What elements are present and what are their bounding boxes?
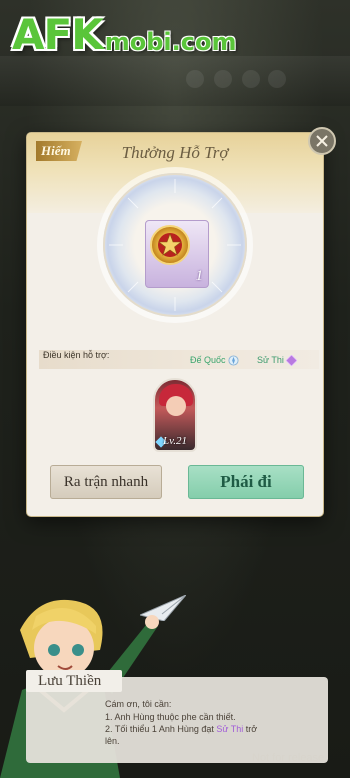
logo-afk: AFK bbox=[12, 10, 104, 59]
tag-empire: Đế Quốc bbox=[190, 353, 239, 367]
hero-face bbox=[166, 396, 186, 416]
dialogue-line-3-suffix: trở bbox=[243, 724, 258, 734]
background-top-bar bbox=[0, 56, 350, 106]
hero-level: Lv.21 bbox=[163, 435, 187, 447]
star-icon bbox=[158, 233, 182, 257]
dialogue-line-1: Cám ơn, tôi cần: bbox=[105, 699, 172, 709]
tag-empire-label: Đế Quốc bbox=[190, 355, 226, 365]
quick-battle-button[interactable]: Ra trận nhanh bbox=[50, 465, 162, 499]
dialogue-line-4: lên. bbox=[105, 736, 120, 746]
dialogue-highlight-epic: Sử Thi bbox=[216, 724, 244, 734]
dialogue-line-3-prefix: 2. Tối thiểu 1 Anh Hùng đạt bbox=[105, 724, 217, 734]
condition-label: Điều kiện hỗ trợ: bbox=[43, 350, 110, 360]
close-button[interactable] bbox=[308, 127, 336, 155]
tag-epic-label: Sử Thi bbox=[257, 355, 284, 365]
support-reward-panel: Hiếm Thưởng Hỗ Trợ 1 Điều kiện hỗ trợ: Đ… bbox=[27, 133, 323, 516]
panel-title: Thưởng Hỗ Trợ bbox=[121, 143, 229, 162]
close-icon bbox=[316, 135, 328, 147]
tag-epic: Sử Thi bbox=[257, 353, 297, 367]
dialogue-line-2: 1. Anh Hùng thuộc phe cần thiết. bbox=[105, 712, 236, 722]
dialogue-line-3: 2. Tối thiểu 1 Anh Hùng đạt Sử Thi trở bbox=[105, 723, 257, 735]
item-quantity: 1 bbox=[195, 268, 204, 284]
logo-mobi: mobi.com bbox=[104, 28, 237, 56]
speaker-name: Lưu Thiền bbox=[26, 670, 122, 692]
reward-item-card[interactable]: 1 bbox=[145, 220, 209, 288]
watermark: Not for release bbox=[252, 752, 325, 764]
epic-rarity-icon bbox=[285, 354, 297, 366]
site-logo: AFK mobi.com bbox=[12, 6, 237, 58]
dispatch-button[interactable]: Phái đi bbox=[188, 465, 304, 499]
hero-portrait[interactable]: Lv.21 bbox=[153, 378, 197, 452]
star-coin-icon bbox=[150, 225, 190, 265]
empire-faction-icon bbox=[227, 354, 239, 366]
